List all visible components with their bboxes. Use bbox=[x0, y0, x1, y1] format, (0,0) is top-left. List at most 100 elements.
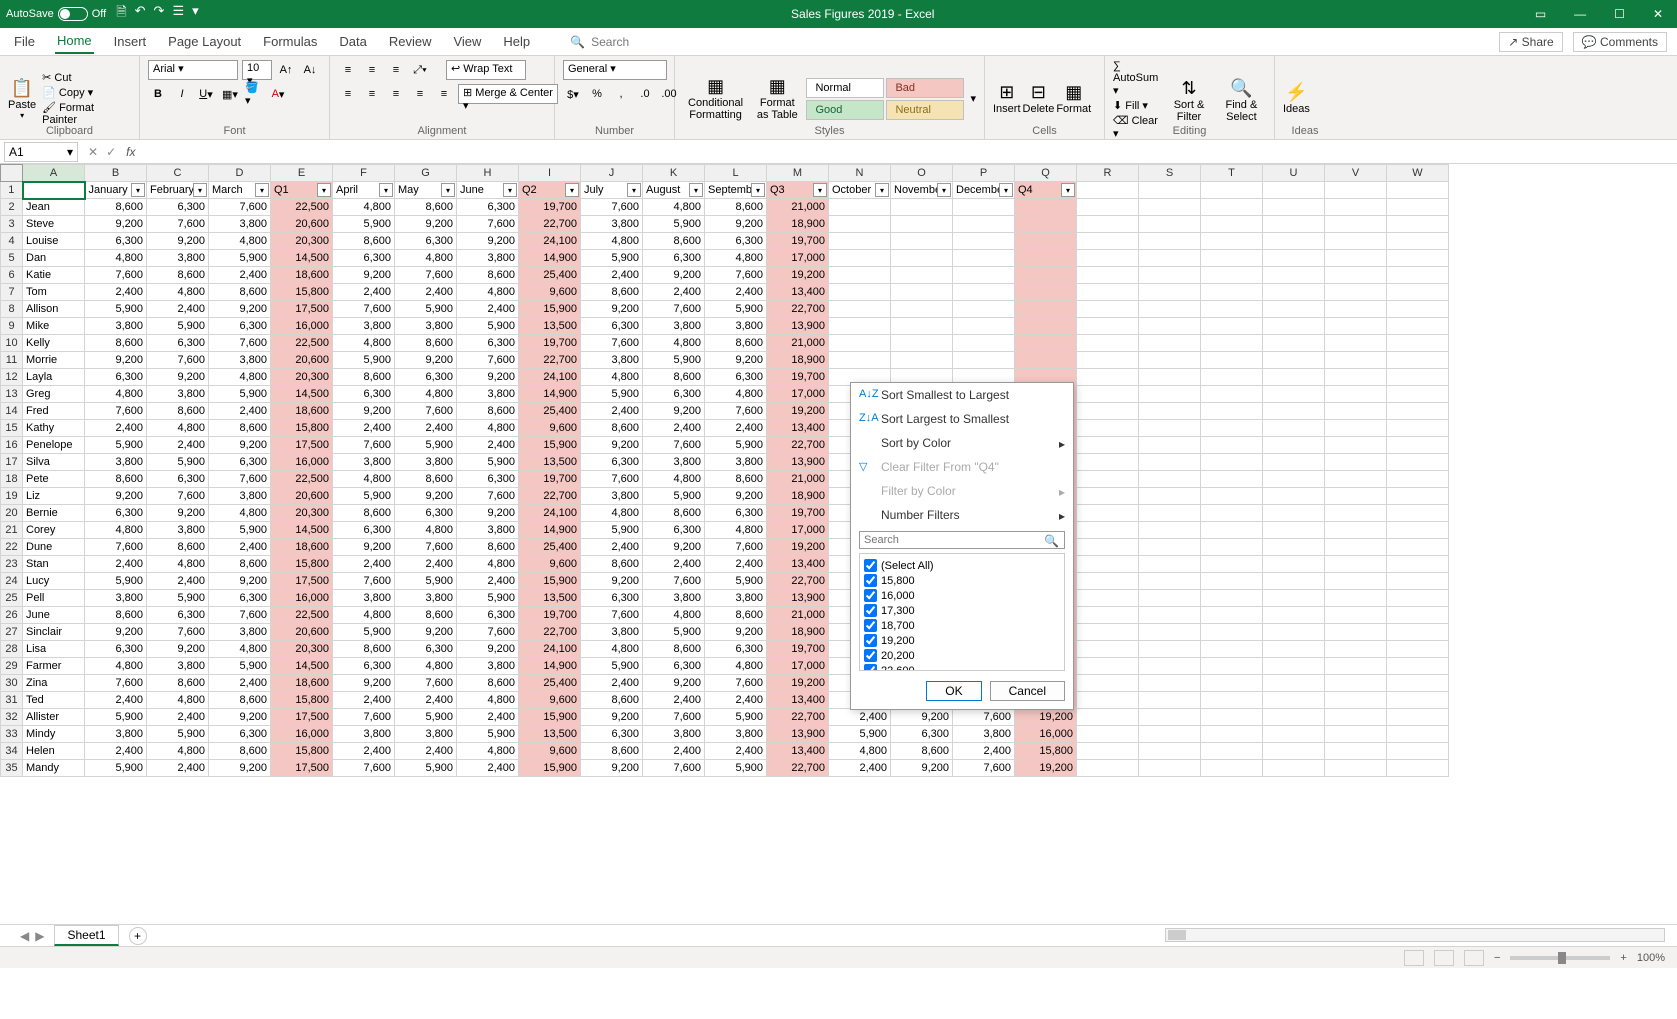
data-cell[interactable]: 24,100 bbox=[519, 505, 581, 522]
cell[interactable] bbox=[1263, 488, 1325, 505]
data-cell[interactable] bbox=[829, 199, 891, 216]
row-header-20[interactable]: 20 bbox=[1, 505, 23, 522]
filter-button[interactable]: ▾ bbox=[503, 183, 517, 197]
cell[interactable] bbox=[1263, 709, 1325, 726]
header-cell[interactable]: Q4▾ bbox=[1015, 182, 1077, 199]
filter-button[interactable]: ▾ bbox=[317, 183, 331, 197]
cell[interactable] bbox=[1139, 437, 1201, 454]
name-cell[interactable]: Lucy bbox=[23, 573, 85, 590]
col-header-R[interactable]: R bbox=[1077, 165, 1139, 182]
col-header-Q[interactable]: Q bbox=[1015, 165, 1077, 182]
data-cell[interactable]: 18,900 bbox=[767, 216, 829, 233]
name-cell[interactable]: Dan bbox=[23, 250, 85, 267]
data-cell[interactable]: 7,600 bbox=[643, 301, 705, 318]
data-cell[interactable]: 14,900 bbox=[519, 250, 581, 267]
cell[interactable] bbox=[1263, 522, 1325, 539]
cell[interactable] bbox=[1263, 675, 1325, 692]
data-cell[interactable]: 7,600 bbox=[705, 539, 767, 556]
cell[interactable] bbox=[1387, 573, 1449, 590]
data-cell[interactable]: 4,800 bbox=[147, 743, 209, 760]
col-header-H[interactable]: H bbox=[457, 165, 519, 182]
data-cell[interactable]: 7,600 bbox=[581, 199, 643, 216]
cell[interactable] bbox=[1201, 284, 1263, 301]
cell[interactable] bbox=[1077, 454, 1139, 471]
data-cell[interactable]: 2,400 bbox=[147, 437, 209, 454]
data-cell[interactable]: 5,900 bbox=[85, 709, 147, 726]
col-header-D[interactable]: D bbox=[209, 165, 271, 182]
cell[interactable] bbox=[1201, 352, 1263, 369]
cell[interactable] bbox=[1263, 420, 1325, 437]
cell[interactable] bbox=[1325, 250, 1387, 267]
data-cell[interactable]: 9,200 bbox=[705, 352, 767, 369]
data-cell[interactable]: 19,700 bbox=[767, 641, 829, 658]
data-cell[interactable]: 13,400 bbox=[767, 692, 829, 709]
data-cell[interactable]: 3,800 bbox=[457, 658, 519, 675]
cancel-button[interactable]: Cancel bbox=[990, 681, 1065, 701]
cell[interactable] bbox=[1139, 641, 1201, 658]
name-cell[interactable]: Sinclair bbox=[23, 624, 85, 641]
data-cell[interactable]: 4,800 bbox=[581, 641, 643, 658]
data-cell[interactable]: 8,600 bbox=[395, 471, 457, 488]
data-cell[interactable]: 22,700 bbox=[767, 437, 829, 454]
data-cell[interactable]: 2,400 bbox=[829, 760, 891, 777]
data-cell[interactable]: 6,300 bbox=[643, 386, 705, 403]
cell[interactable] bbox=[1325, 522, 1387, 539]
cell[interactable] bbox=[1325, 573, 1387, 590]
data-cell[interactable]: 20,600 bbox=[271, 488, 333, 505]
data-cell[interactable]: 8,600 bbox=[85, 199, 147, 216]
data-cell[interactable]: 22,700 bbox=[519, 488, 581, 505]
cell[interactable] bbox=[1387, 386, 1449, 403]
data-cell[interactable]: 8,600 bbox=[147, 403, 209, 420]
data-cell[interactable]: 3,800 bbox=[147, 522, 209, 539]
search-box[interactable]: 🔍 Search bbox=[570, 35, 629, 49]
data-cell[interactable]: 3,800 bbox=[581, 624, 643, 641]
data-cell[interactable]: 3,800 bbox=[333, 318, 395, 335]
name-cell[interactable]: Allister bbox=[23, 709, 85, 726]
cell[interactable] bbox=[1077, 573, 1139, 590]
filter-button[interactable]: ▾ bbox=[131, 183, 145, 197]
data-cell[interactable]: 6,300 bbox=[643, 658, 705, 675]
name-cell[interactable]: Layla bbox=[23, 369, 85, 386]
data-cell[interactable]: 15,800 bbox=[1015, 743, 1077, 760]
data-cell[interactable]: 6,300 bbox=[457, 607, 519, 624]
data-cell[interactable]: 5,900 bbox=[209, 658, 271, 675]
cell[interactable] bbox=[1387, 420, 1449, 437]
data-cell[interactable] bbox=[829, 267, 891, 284]
data-cell[interactable]: 18,600 bbox=[271, 675, 333, 692]
data-cell[interactable]: 2,400 bbox=[457, 437, 519, 454]
data-cell[interactable]: 8,600 bbox=[705, 607, 767, 624]
data-cell[interactable]: 3,800 bbox=[395, 726, 457, 743]
data-cell[interactable] bbox=[953, 301, 1015, 318]
data-cell[interactable]: 3,800 bbox=[705, 318, 767, 335]
header-cell[interactable]: October▾ bbox=[829, 182, 891, 199]
delete-cells-button[interactable]: ⊟ Delete bbox=[1023, 82, 1055, 115]
filter-value-check[interactable]: 20,200 bbox=[864, 648, 1060, 663]
data-cell[interactable]: 6,300 bbox=[147, 335, 209, 352]
row-header-7[interactable]: 7 bbox=[1, 284, 23, 301]
name-cell[interactable]: Tom bbox=[23, 284, 85, 301]
cell[interactable] bbox=[1139, 675, 1201, 692]
row-header-22[interactable]: 22 bbox=[1, 539, 23, 556]
data-cell[interactable]: 5,900 bbox=[333, 216, 395, 233]
cell[interactable] bbox=[1325, 539, 1387, 556]
cell[interactable] bbox=[1077, 590, 1139, 607]
data-cell[interactable]: 2,400 bbox=[457, 573, 519, 590]
data-cell[interactable]: 9,600 bbox=[519, 284, 581, 301]
cell[interactable] bbox=[1263, 573, 1325, 590]
data-cell[interactable]: 19,700 bbox=[767, 505, 829, 522]
cell[interactable] bbox=[1139, 726, 1201, 743]
data-cell[interactable]: 5,900 bbox=[85, 760, 147, 777]
number-format-select[interactable]: General ▾ bbox=[563, 60, 667, 80]
cell[interactable] bbox=[1139, 607, 1201, 624]
col-header-J[interactable]: J bbox=[581, 165, 643, 182]
cell[interactable] bbox=[1201, 386, 1263, 403]
data-cell[interactable]: 4,800 bbox=[643, 607, 705, 624]
data-cell[interactable]: 9,200 bbox=[333, 403, 395, 420]
data-cell[interactable]: 6,300 bbox=[333, 250, 395, 267]
data-cell[interactable]: 7,600 bbox=[147, 352, 209, 369]
data-cell[interactable]: 7,600 bbox=[643, 573, 705, 590]
cell[interactable] bbox=[1263, 760, 1325, 777]
cell[interactable] bbox=[1325, 420, 1387, 437]
header-cell[interactable]: September▾ bbox=[705, 182, 767, 199]
cell[interactable] bbox=[1387, 471, 1449, 488]
